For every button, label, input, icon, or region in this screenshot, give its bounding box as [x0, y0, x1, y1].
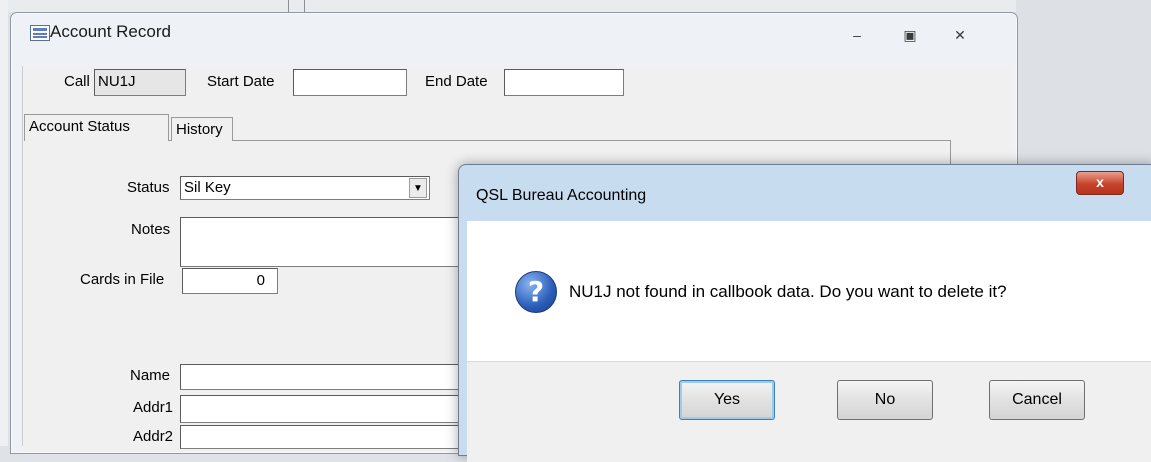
- call-label: Call: [64, 73, 90, 90]
- notes-label: Notes: [131, 221, 171, 238]
- dialog-message: NU1J not found in callbook data. Do you …: [569, 282, 1007, 301]
- restore-button[interactable]: ▣: [899, 26, 921, 44]
- yes-button[interactable]: Yes: [679, 380, 775, 420]
- background-left-panel: [0, 0, 8, 446]
- start-date-field[interactable]: [293, 69, 407, 96]
- notes-field[interactable]: [180, 217, 470, 267]
- start-date-label: Start Date: [207, 73, 275, 90]
- close-button[interactable]: ✕: [949, 26, 971, 44]
- addr1-label: Addr1: [133, 399, 174, 416]
- addr2-field[interactable]: [180, 425, 470, 449]
- background-top-strip: [0, 0, 1151, 12]
- minimize-button[interactable]: –: [846, 26, 868, 44]
- cards-in-file-field[interactable]: 0: [182, 268, 278, 294]
- name-label: Name: [130, 367, 171, 384]
- status-combobox[interactable]: Sil Key: [180, 176, 430, 200]
- cards-in-file-label: Cards in File: [80, 271, 165, 288]
- question-icon: ?: [515, 271, 557, 313]
- tab-history[interactable]: History: [171, 117, 233, 141]
- tab-account-status[interactable]: Account Status: [24, 114, 169, 141]
- message-dialog: QSL Bureau Accounting x ? NU1J not found…: [458, 164, 1151, 462]
- form-icon: [30, 25, 50, 41]
- cancel-button[interactable]: Cancel: [989, 380, 1085, 420]
- status-label: Status: [127, 179, 170, 196]
- dialog-title: QSL Bureau Accounting: [476, 187, 647, 204]
- addr1-field[interactable]: [180, 395, 470, 423]
- end-date-field[interactable]: [504, 69, 624, 96]
- name-field[interactable]: [180, 364, 470, 390]
- no-button[interactable]: No: [837, 380, 933, 420]
- end-date-label: End Date: [425, 73, 488, 90]
- addr2-label: Addr2: [133, 428, 174, 445]
- dialog-close-button[interactable]: x: [1076, 171, 1124, 195]
- window-title: Account Record: [50, 22, 171, 41]
- chevron-down-icon[interactable]: ▼: [409, 178, 427, 198]
- call-field[interactable]: NU1J: [94, 69, 186, 96]
